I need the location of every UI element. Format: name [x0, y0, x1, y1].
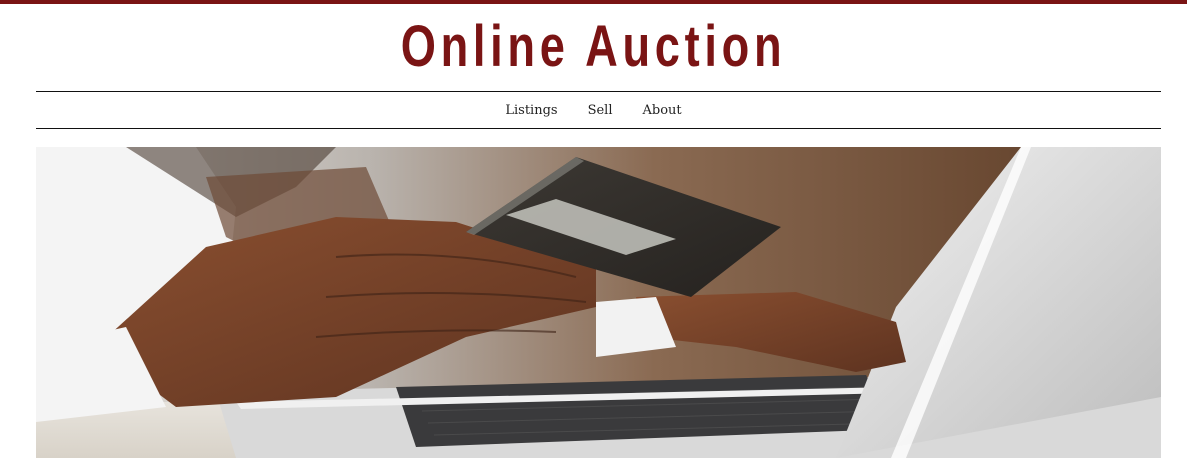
nav-link-about[interactable]: About [628, 103, 697, 118]
main-nav: Listings Sell About [0, 92, 1187, 128]
nav-divider-bottom [36, 128, 1161, 129]
nav-link-listings[interactable]: Listings [490, 103, 572, 118]
top-accent-bar [0, 0, 1187, 4]
hero-illustration [36, 147, 1161, 458]
hero-image [36, 147, 1161, 458]
nav-link-sell[interactable]: Sell [573, 103, 628, 118]
site-title: Online Auction [400, 14, 787, 79]
